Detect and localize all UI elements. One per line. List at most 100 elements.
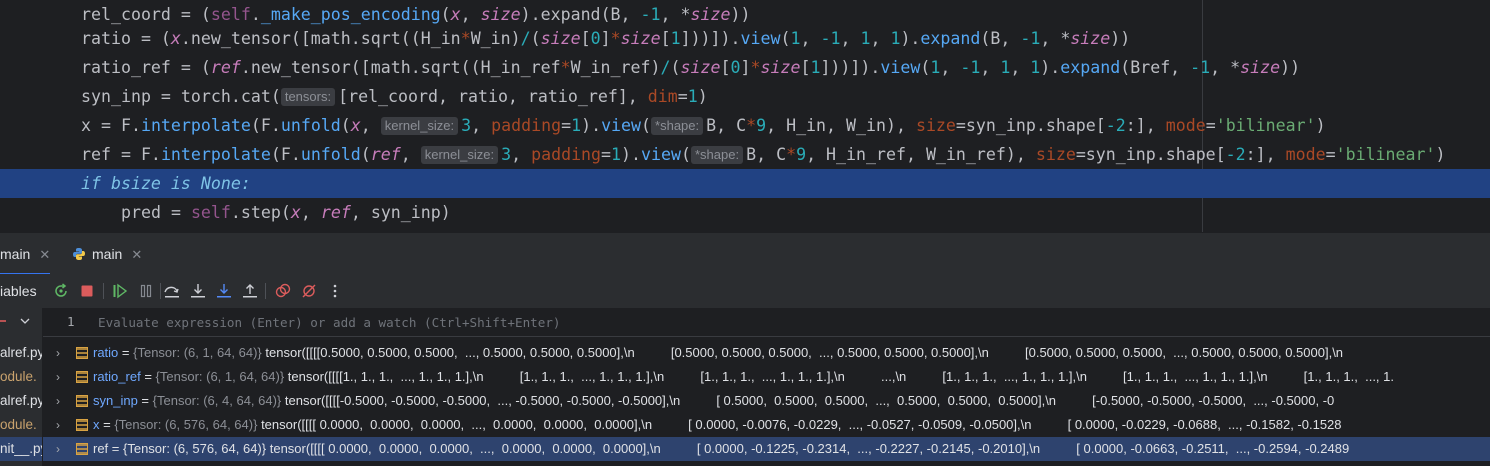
variable-type: {Tensor: (6, 576, 64, 64)} [114, 417, 258, 432]
code-token: size [620, 29, 661, 48]
code-line-text: if bsize is None: [81, 169, 251, 198]
code-token: ( [340, 116, 351, 135]
close-icon[interactable]: ✕ [39, 247, 50, 262]
code-token: ref [370, 145, 401, 164]
code-line[interactable]: pred = self.step(x, ref, syn_inp) [0, 198, 1490, 227]
code-token: rel_coord = ( [81, 5, 211, 24]
code-line[interactable]: syn_inp = torch.cat(tensors: [rel_coord, … [0, 82, 1490, 111]
code-token: (F. [270, 145, 301, 164]
chevron-right-icon[interactable]: › [56, 389, 60, 413]
evaluate-expression-input[interactable] [98, 312, 1478, 332]
more-icon[interactable] [326, 282, 344, 300]
step-out-icon[interactable] [241, 282, 259, 300]
code-token: 1 [687, 87, 698, 106]
chevron-right-icon[interactable]: › [56, 341, 60, 365]
pause-icon[interactable] [137, 282, 155, 300]
code-token: ([math. [350, 58, 421, 77]
code-token: ratio = ( [81, 29, 171, 48]
code-line[interactable]: x = F.interpolate(F.unfold(x, kernel_siz… [0, 111, 1490, 140]
code-token: , [300, 203, 321, 222]
frame-item[interactable]: odule. [0, 365, 42, 389]
variable-name: syn_inp [93, 393, 138, 408]
code-token: mode [1165, 116, 1206, 135]
code-token: size [540, 29, 581, 48]
code-token: size [690, 5, 731, 24]
code-token: (B, [600, 5, 641, 24]
variable-type: {Tensor: (6, 576, 64, 64)} [123, 441, 267, 456]
frame-item[interactable]: nit__.py [0, 437, 42, 461]
close-icon[interactable]: ✕ [131, 247, 142, 262]
view-breakpoints-icon[interactable] [274, 282, 292, 300]
code-token: size [915, 116, 956, 135]
frame-item[interactable]: odule. [0, 413, 42, 437]
code-token: / [520, 29, 531, 48]
frame-item[interactable]: alref.py [0, 389, 42, 413]
code-token: * [610, 29, 621, 48]
code-token: = [1325, 145, 1336, 164]
variable-value: tensor([[[[-0.5000, -0.5000, -0.5000, ..… [284, 393, 1335, 408]
chevron-down-icon[interactable] [20, 318, 30, 326]
code-token: ( [440, 5, 451, 24]
code-token: size [1070, 29, 1111, 48]
code-token: * [750, 58, 761, 77]
field-icon [76, 371, 88, 383]
chevron-right-icon[interactable]: › [56, 413, 60, 437]
frame-item[interactable]: alref.py [0, 341, 42, 365]
rerun-icon[interactable] [52, 282, 70, 300]
code-token: 9 [796, 145, 807, 164]
code-token: ref [320, 203, 351, 222]
step-into-my-code-icon[interactable] [215, 282, 233, 300]
watch-bar: 1 [43, 308, 1490, 337]
code-token: if bsize is None: [81, 174, 251, 193]
code-token: size [680, 58, 721, 77]
code-token: :], [1125, 116, 1166, 135]
code-line[interactable]: ref = F.interpolate(F.unfold(ref, kernel… [0, 140, 1490, 169]
code-line[interactable]: if bsize is None: [0, 169, 1490, 198]
variable-value: tensor([[[[1., 1., 1., ..., 1., 1., 1.],… [287, 369, 1394, 384]
code-token: , [400, 145, 421, 164]
chevron-right-icon[interactable]: › [56, 365, 60, 389]
code-token: 1 [670, 29, 681, 48]
code-line[interactable]: ratio_ref = (ref.new_tensor([math.sqrt((… [0, 53, 1490, 82]
code-token: -1 [960, 58, 981, 77]
variable-row-x[interactable]: › x = {Tensor: (6, 576, 64, 64)} tensor([… [43, 413, 1490, 437]
code-token: self [190, 203, 231, 222]
chevron-right-icon[interactable]: › [56, 437, 60, 461]
code-token: -2 [1105, 116, 1126, 135]
mute-breakpoints-icon[interactable] [300, 282, 318, 300]
code-token: ]))]). [820, 58, 881, 77]
resume-icon[interactable] [111, 282, 129, 300]
code-token: 'bilinear' [1215, 116, 1316, 135]
variable-text: syn_inp = {Tensor: (6, 4, 64, 64)} tenso… [93, 389, 1334, 413]
equals-sign: = [99, 417, 115, 432]
equals-sign: = [137, 393, 153, 408]
code-token: unfold [280, 116, 341, 135]
variable-row-ratio-ref[interactable]: › ratio_ref = {Tensor: (6, 1, 64, 64)} te… [43, 365, 1490, 389]
code-token: 3 [501, 145, 512, 164]
step-over-icon[interactable] [163, 282, 181, 300]
frames-list: alref.pyodule.alref.pyodule.nit__.py [0, 308, 43, 466]
code-token: new_tensor [250, 58, 351, 77]
stop-icon[interactable] [78, 282, 96, 300]
code-line[interactable]: ratio = (x.new_tensor([math.sqrt((H_in*W… [0, 24, 1490, 53]
code-token: = [677, 87, 688, 106]
code-token: , [840, 29, 861, 48]
tab-main-1[interactable]: main ✕ [0, 233, 51, 275]
code-token: * [460, 29, 471, 48]
variable-row-ratio[interactable]: › ratio = {Tensor: (6, 1, 64, 64)} tensor… [43, 341, 1490, 365]
code-token: (F. [250, 116, 281, 135]
variable-value: tensor([[[[0.5000, 0.5000, 0.5000, ..., … [265, 345, 1344, 360]
code-token: , H_in_ref, W_in_ref), [806, 145, 1036, 164]
code-token: , [511, 145, 532, 164]
step-into-icon[interactable] [189, 282, 207, 300]
code-token: new_tensor [190, 29, 291, 48]
code-token: -1 [820, 29, 841, 48]
code-token: . [250, 5, 261, 24]
tab-main-2[interactable]: main ✕ [72, 233, 142, 275]
equals-sign: = [118, 345, 134, 360]
code-editor[interactable]: rel_coord = (self._make_pos_encoding(x, … [0, 0, 1490, 232]
variable-row-syn-inp[interactable]: › syn_inp = {Tensor: (6, 4, 64, 64)} tens… [43, 389, 1490, 413]
frame-selector[interactable] [0, 308, 42, 336]
variable-row-ref[interactable]: › ref = {Tensor: (6, 576, 64, 64)} tensor… [43, 437, 1490, 461]
code-token: , [800, 29, 821, 48]
